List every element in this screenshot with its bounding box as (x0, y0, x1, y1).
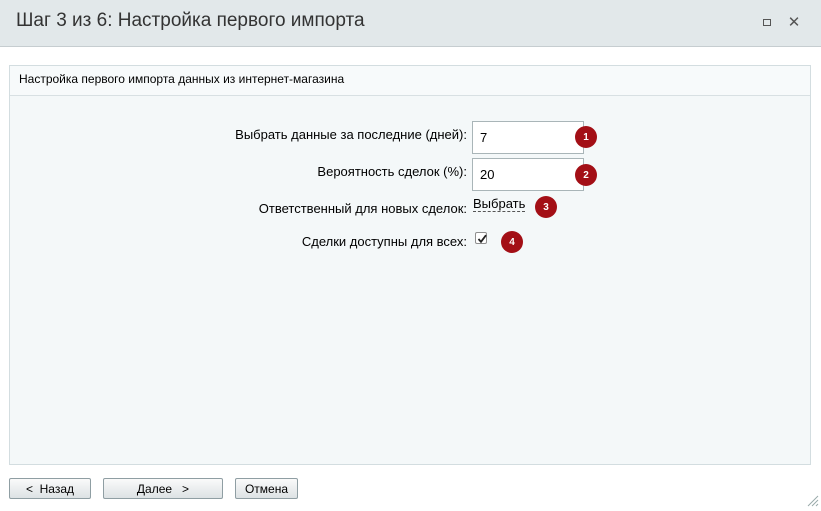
probability-label: Вероятность сделок (%): (317, 164, 467, 179)
maximize-icon (763, 18, 771, 26)
checkmark-icon (477, 234, 487, 244)
close-button[interactable]: ✕ (786, 14, 802, 30)
close-icon: ✕ (787, 13, 801, 31)
probability-input[interactable]: 20 (472, 158, 584, 191)
back-button[interactable]: < Назад (9, 478, 91, 499)
responsible-label: Ответственный для новых сделок: (258, 201, 467, 216)
public-checkbox[interactable] (475, 232, 487, 244)
dialog-title: Шаг 3 из 6: Настройка первого импорта (16, 10, 365, 31)
days-label: Выбрать данные за последние (дней): (235, 127, 467, 142)
next-button[interactable]: Далее > (103, 478, 223, 499)
days-input[interactable]: 7 (472, 121, 584, 154)
cancel-button[interactable]: Отмена (235, 478, 298, 499)
step-badge-4: 4 (501, 231, 523, 253)
public-label: Сделки доступны для всех: (301, 234, 467, 249)
step-badge-1: 1 (575, 126, 597, 148)
step-badge-3: 3 (535, 196, 557, 218)
maximize-button[interactable] (759, 14, 775, 30)
select-responsible-link[interactable]: Выбрать (473, 197, 526, 212)
settings-panel: Настройка первого импорта данных из инте… (9, 65, 811, 465)
resize-grip-icon[interactable] (805, 493, 819, 507)
panel-header: Настройка первого импорта данных из инте… (10, 66, 810, 96)
dialog-titlebar[interactable]: Шаг 3 из 6: Настройка первого импорта ✕ (0, 0, 821, 47)
step-badge-2: 2 (575, 164, 597, 186)
